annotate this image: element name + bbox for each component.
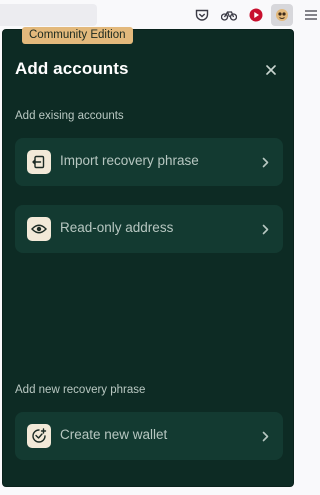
import-icon bbox=[27, 150, 51, 174]
close-button[interactable] bbox=[262, 60, 280, 78]
chevron-right-icon bbox=[259, 222, 271, 236]
pocket-icon[interactable] bbox=[193, 6, 211, 24]
read-only-address-option[interactable]: Read-only address bbox=[15, 205, 283, 253]
panel-title: Add accounts bbox=[15, 59, 129, 78]
option-label: Read-only address bbox=[60, 220, 174, 235]
bike-icon[interactable] bbox=[220, 6, 238, 24]
add-wallet-icon bbox=[27, 424, 51, 448]
create-new-wallet-option[interactable]: Create new wallet bbox=[15, 412, 283, 460]
new-recovery-phrase-label: Add new recovery phrase bbox=[15, 384, 146, 396]
chevron-right-icon bbox=[259, 155, 271, 169]
extension-icon[interactable] bbox=[271, 4, 293, 26]
browser-toolbar bbox=[0, 0, 317, 30]
eye-icon bbox=[27, 217, 51, 241]
chevron-right-icon bbox=[259, 429, 271, 443]
import-recovery-phrase-option[interactable]: Import recovery phrase bbox=[15, 138, 283, 186]
record-icon[interactable] bbox=[247, 6, 265, 24]
url-bar[interactable] bbox=[0, 4, 97, 26]
add-accounts-panel: Community Edition Add accounts Add exisi… bbox=[2, 27, 294, 487]
edition-badge: Community Edition bbox=[22, 27, 133, 44]
option-label: Create new wallet bbox=[60, 427, 168, 442]
menu-icon[interactable] bbox=[302, 6, 320, 24]
close-icon bbox=[266, 60, 276, 79]
option-label: Import recovery phrase bbox=[60, 153, 199, 168]
existing-accounts-label: Add exising accounts bbox=[15, 110, 124, 122]
